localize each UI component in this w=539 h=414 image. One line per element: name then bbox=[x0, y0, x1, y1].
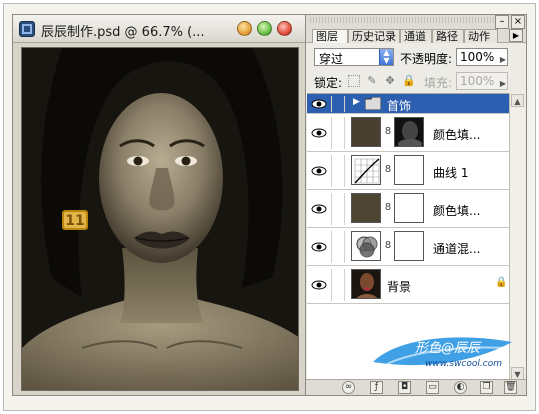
eye-icon[interactable] bbox=[311, 96, 327, 112]
chevron-right-icon: ▶ bbox=[499, 79, 506, 88]
layer-thumbnail bbox=[351, 193, 381, 223]
new-layer-icon[interactable]: ❐ bbox=[480, 381, 493, 394]
lock-paint-icon[interactable]: ✎ bbox=[366, 75, 378, 87]
tab-channels[interactable]: 通道 bbox=[400, 29, 432, 43]
layers-list: ▶ 首饰 8 颜色填... 8 曲线 1 8 颜色填... 8 通道混... 背… bbox=[307, 93, 509, 381]
layer-mask-thumbnail bbox=[394, 231, 424, 261]
folder-icon bbox=[365, 97, 381, 110]
new-group-icon[interactable]: ▭ bbox=[426, 381, 439, 394]
tab-paths[interactable]: 路径 bbox=[432, 29, 464, 43]
layer-link-box[interactable] bbox=[331, 155, 345, 187]
eye-icon[interactable] bbox=[311, 277, 327, 293]
eye-icon[interactable] bbox=[311, 239, 327, 255]
chevron-right-icon: ▶ bbox=[499, 55, 506, 64]
chain-link-icon[interactable]: 8 bbox=[384, 125, 392, 139]
layer-name: 首饰 bbox=[387, 99, 412, 113]
palette-bottom-toolbar: ∞ ƒ ◘ ▭ ◐ ❐ 🗑 bbox=[306, 379, 526, 395]
document-window: 辰辰制作.psd @ 66.7% (... 11 bbox=[12, 14, 308, 396]
fill-field[interactable]: 100% ▶ bbox=[456, 72, 508, 90]
blend-opacity-row: 穿过 ▲ ▼ 不透明度: 100% ▶ bbox=[306, 48, 526, 72]
opacity-label: 不透明度: bbox=[400, 52, 453, 66]
lock-move-icon[interactable]: ✥ bbox=[384, 75, 396, 87]
eye-icon[interactable] bbox=[311, 201, 327, 217]
chevron-updown-icon: ▲ ▼ bbox=[379, 49, 393, 65]
lock-fill-row: 锁定: ✎ ✥ 🔒 填充: 100% ▶ bbox=[306, 71, 526, 95]
palette-grip[interactable] bbox=[310, 17, 495, 23]
layers-scrollbar[interactable]: ▲ ▼ bbox=[509, 93, 525, 381]
scroll-up-arrow[interactable]: ▲ bbox=[511, 94, 524, 107]
palette-close-button[interactable]: × bbox=[511, 15, 525, 29]
layer-name: 通道混... bbox=[433, 242, 481, 256]
layer-row-background[interactable]: 背景 🔒 bbox=[307, 266, 509, 304]
layer-row-group[interactable]: ▶ 首饰 bbox=[307, 94, 509, 114]
add-mask-icon[interactable]: ◘ bbox=[398, 381, 411, 394]
layer-name: 颜色填... bbox=[433, 128, 481, 142]
fill-label: 填充: bbox=[424, 76, 453, 90]
portrait-image: 11 bbox=[22, 48, 298, 390]
layer-row-channel-mixer[interactable]: 8 通道混... bbox=[307, 228, 509, 266]
lock-icon: 🔒 bbox=[495, 277, 508, 288]
close-button[interactable] bbox=[277, 21, 292, 36]
add-style-icon[interactable]: ƒ bbox=[370, 381, 383, 394]
blend-mode-select[interactable]: 穿过 ▲ ▼ bbox=[314, 48, 394, 66]
layer-row-curves[interactable]: 8 曲线 1 bbox=[307, 152, 509, 190]
layer-link-box[interactable] bbox=[331, 269, 345, 301]
tab-actions[interactable]: 动作 bbox=[464, 29, 498, 43]
tab-layers[interactable]: 图层 bbox=[312, 29, 348, 43]
blend-mode-value: 穿过 bbox=[319, 52, 344, 66]
new-adjustment-icon[interactable]: ◐ bbox=[454, 381, 467, 394]
layer-link-box[interactable] bbox=[331, 96, 345, 112]
photoshop-document-icon bbox=[19, 21, 35, 37]
lock-all-icon[interactable]: 🔒 bbox=[402, 75, 416, 87]
opacity-field[interactable]: 100% ▶ bbox=[456, 48, 508, 66]
background-thumbnail bbox=[351, 269, 381, 299]
earring-badge-text: 11 bbox=[65, 213, 84, 229]
tab-history[interactable]: 历史记录 bbox=[348, 29, 400, 43]
layer-name: 颜色填... bbox=[433, 204, 481, 218]
document-canvas[interactable]: 11 bbox=[21, 47, 299, 391]
lock-transparency-icon[interactable] bbox=[348, 75, 360, 87]
link-layers-icon[interactable]: ∞ bbox=[342, 381, 355, 394]
opacity-value: 100% bbox=[460, 50, 495, 64]
layer-link-box[interactable] bbox=[331, 117, 345, 149]
document-title: 辰辰制作.psd @ 66.7% (... bbox=[41, 25, 205, 40]
palette-tabs: – × 图层 历史记录 通道 路径 动作 ▶ bbox=[306, 15, 526, 43]
palette-minimize-button[interactable]: – bbox=[495, 15, 509, 29]
eye-icon[interactable] bbox=[311, 163, 327, 179]
layer-link-box[interactable] bbox=[331, 193, 345, 225]
curves-adjustment-icon bbox=[351, 155, 381, 185]
layer-mask-thumbnail bbox=[394, 193, 424, 223]
disclosure-triangle-icon[interactable]: ▶ bbox=[353, 97, 360, 107]
fill-value: 100% bbox=[460, 74, 495, 88]
chain-link-icon[interactable]: 8 bbox=[384, 163, 392, 177]
palette-menu-arrow[interactable]: ▶ bbox=[509, 29, 523, 42]
layer-link-box[interactable] bbox=[331, 231, 345, 263]
layer-name: 曲线 1 bbox=[433, 166, 469, 180]
maximize-button[interactable] bbox=[257, 21, 272, 36]
layer-thumbnail bbox=[351, 117, 381, 147]
layer-row-solid-fill[interactable]: 8 颜色填... bbox=[307, 114, 509, 152]
minimize-button[interactable] bbox=[237, 21, 252, 36]
layer-row-solid-fill[interactable]: 8 颜色填... bbox=[307, 190, 509, 228]
layers-palette: – × 图层 历史记录 通道 路径 动作 ▶ 穿过 ▲ ▼ 不透明度: 100% … bbox=[305, 14, 527, 396]
chain-link-icon[interactable]: 8 bbox=[384, 201, 392, 215]
layer-mask-thumbnail bbox=[394, 155, 424, 185]
trash-icon[interactable]: 🗑 bbox=[504, 381, 517, 394]
document-titlebar[interactable]: 辰辰制作.psd @ 66.7% (... bbox=[13, 15, 307, 43]
eye-icon[interactable] bbox=[311, 125, 327, 141]
layer-name: 背景 bbox=[387, 280, 412, 294]
lock-label: 锁定: bbox=[314, 76, 343, 90]
chain-link-icon[interactable]: 8 bbox=[384, 239, 392, 253]
layer-mask-thumbnail bbox=[394, 117, 424, 147]
channel-mixer-icon bbox=[351, 231, 381, 261]
